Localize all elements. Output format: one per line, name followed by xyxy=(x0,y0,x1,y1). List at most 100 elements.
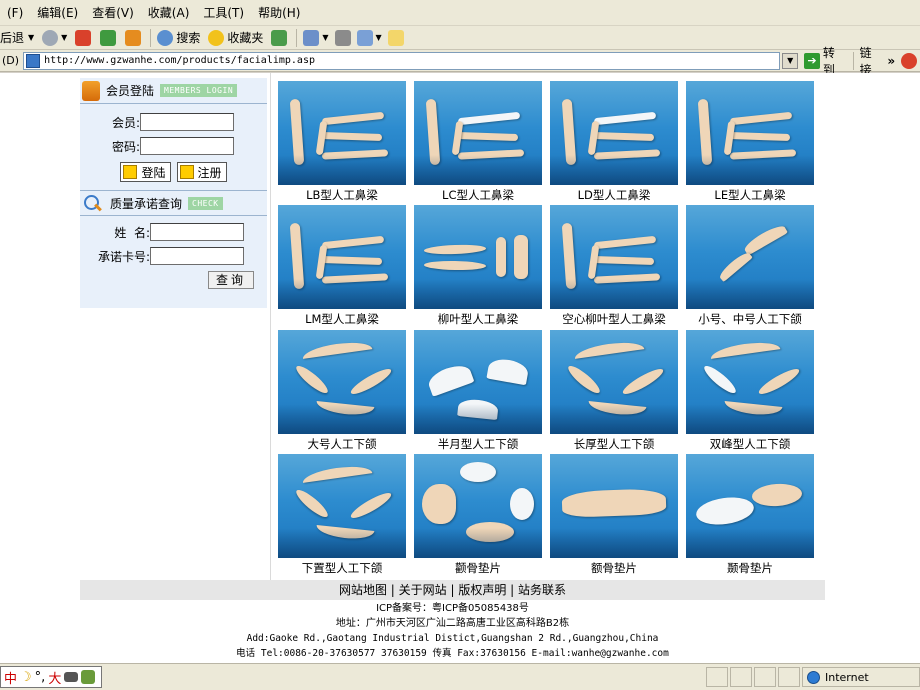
product-image[interactable] xyxy=(278,454,406,558)
menu-view[interactable]: 查看(V) xyxy=(85,4,141,21)
product-image[interactable] xyxy=(414,330,542,434)
product-card[interactable]: 双峰型人工下颌 xyxy=(686,330,814,454)
print-icon[interactable] xyxy=(334,29,351,46)
product-name[interactable]: 长厚型人工下颌 xyxy=(550,434,678,454)
login-button[interactable]: 登陆 xyxy=(120,162,171,182)
chevron-down-icon: ▼ xyxy=(61,33,68,42)
product-card[interactable]: LM型人工鼻梁 xyxy=(278,205,406,329)
product-name[interactable]: 小号、中号人工下颌 xyxy=(686,309,814,329)
search-button[interactable]: 搜索 xyxy=(157,29,200,46)
menu-edit[interactable]: 编辑(E) xyxy=(30,4,85,21)
product-card[interactable]: 柳叶型人工鼻梁 xyxy=(414,205,542,329)
query-button[interactable]: 查询 xyxy=(207,271,254,289)
ime-punct[interactable]: °, xyxy=(35,670,46,685)
ime-toolbar[interactable]: 中 ☽ °, 大 xyxy=(0,666,103,688)
mail-icon[interactable] xyxy=(303,29,320,46)
favorites-button[interactable]: 收藏夹 xyxy=(208,29,263,46)
product-name[interactable]: LM型人工鼻梁 xyxy=(278,309,406,329)
register-button[interactable]: 注册 xyxy=(176,162,227,182)
menu-favorites[interactable]: 收藏(A) xyxy=(141,4,197,21)
product-card[interactable]: 下置型人工下颌 xyxy=(278,454,406,578)
product-name[interactable]: 柳叶型人工鼻梁 xyxy=(414,309,542,329)
menu-help[interactable]: 帮助(H) xyxy=(251,4,307,21)
toolbar-divider xyxy=(852,51,854,70)
menu-tools[interactable]: 工具(T) xyxy=(196,4,251,21)
product-name[interactable]: 额骨垫片 xyxy=(550,558,678,578)
product-name[interactable]: LE型人工鼻梁 xyxy=(686,185,814,205)
product-image[interactable] xyxy=(414,205,542,309)
product-image[interactable] xyxy=(686,81,814,185)
product-card[interactable]: 小号、中号人工下颌 xyxy=(686,205,814,329)
member-input[interactable] xyxy=(140,113,234,131)
lock-icon xyxy=(82,80,100,101)
product-name[interactable]: 大号人工下颌 xyxy=(278,434,406,454)
product-card[interactable]: LB型人工鼻梁 xyxy=(278,81,406,205)
query-title: 质量承诺查询 xyxy=(110,196,183,211)
address-input[interactable]: http://www.gzwanhe.com/products/facialim… xyxy=(23,51,781,70)
product-image[interactable] xyxy=(278,330,406,434)
product-name[interactable]: LC型人工鼻梁 xyxy=(414,185,542,205)
keyboard-icon[interactable] xyxy=(64,672,79,682)
product-name[interactable]: 空心柳叶型人工鼻梁 xyxy=(550,309,678,329)
history-icon[interactable] xyxy=(271,29,288,46)
password-input[interactable] xyxy=(140,137,234,155)
product-card[interactable]: LC型人工鼻梁 xyxy=(414,81,542,205)
product-image[interactable] xyxy=(686,330,814,434)
name-input[interactable] xyxy=(150,223,244,241)
product-card[interactable]: 额骨垫片 xyxy=(550,454,678,578)
product-card[interactable]: 大号人工下颌 xyxy=(278,330,406,454)
back-button[interactable]: 后退 ▼ xyxy=(0,29,34,46)
footer-nav[interactable]: 网站地图 | 关于网站 | 版权声明 | 站务联系 xyxy=(80,580,825,600)
product-card[interactable]: LE型人工鼻梁 xyxy=(686,81,814,205)
product-image[interactable] xyxy=(278,81,406,185)
forward-button[interactable]: ▼ xyxy=(42,29,68,46)
product-image[interactable] xyxy=(686,205,814,309)
ime-moon[interactable]: ☽ xyxy=(20,670,32,685)
product-card[interactable]: 半月型人工下颌 xyxy=(414,330,542,454)
product-name[interactable]: 半月型人工下颌 xyxy=(414,434,542,454)
product-image[interactable] xyxy=(278,205,406,309)
product-image[interactable] xyxy=(686,454,814,558)
product-image[interactable] xyxy=(414,454,542,558)
edit-icon[interactable] xyxy=(356,29,373,46)
product-name[interactable]: 下置型人工下颌 xyxy=(278,558,406,578)
home-icon[interactable] xyxy=(125,29,142,46)
product-card[interactable]: 颧骨垫片 xyxy=(414,454,542,578)
name-row: 姓 名: xyxy=(80,220,267,244)
product-card[interactable]: LD型人工鼻梁 xyxy=(550,81,678,205)
product-card[interactable]: 颞骨垫片 xyxy=(686,454,814,578)
chevron-down-icon[interactable]: ▼ xyxy=(376,33,382,42)
chevron-down-icon[interactable]: ▼ xyxy=(322,33,328,42)
toolbar-extension-icon[interactable] xyxy=(901,52,917,69)
product-name[interactable]: 双峰型人工下颌 xyxy=(686,434,814,454)
ime-width[interactable]: 大 xyxy=(48,668,61,687)
login-button-label: 登陆 xyxy=(141,165,166,180)
refresh-icon[interactable] xyxy=(100,29,117,46)
address-dropdown-button[interactable]: ▼ xyxy=(782,52,799,69)
menu-file[interactable]: (F) xyxy=(0,6,30,20)
stop-icon[interactable] xyxy=(75,29,92,46)
footer-address-cn: 地址：广州市天河区广汕二路高唐工业区高科路B2栋 xyxy=(335,618,570,629)
product-name[interactable]: LB型人工鼻梁 xyxy=(278,185,406,205)
product-image[interactable] xyxy=(414,81,542,185)
product-card[interactable]: 空心柳叶型人工鼻梁 xyxy=(550,205,678,329)
product-name[interactable]: 颞骨垫片 xyxy=(686,558,814,578)
implant-shape xyxy=(486,356,530,386)
product-image[interactable] xyxy=(550,81,678,185)
product-image[interactable] xyxy=(550,205,678,309)
product-name[interactable]: 颧骨垫片 xyxy=(414,558,542,578)
product-card[interactable]: 长厚型人工下颌 xyxy=(550,330,678,454)
implant-shape xyxy=(457,111,521,126)
folder-icon[interactable] xyxy=(387,29,404,46)
ime-mode[interactable]: 中 xyxy=(4,668,17,687)
more-links-button[interactable]: » xyxy=(887,54,895,68)
implant-shape xyxy=(425,98,441,166)
product-image[interactable] xyxy=(550,330,678,434)
implant-shape xyxy=(457,397,499,421)
card-input[interactable] xyxy=(150,247,244,265)
product-name[interactable]: LD型人工鼻梁 xyxy=(550,185,678,205)
product-image[interactable] xyxy=(550,454,678,558)
zone-label: Internet xyxy=(825,670,869,684)
implant-shape xyxy=(593,149,661,160)
ime-tool-icon[interactable] xyxy=(81,670,96,684)
